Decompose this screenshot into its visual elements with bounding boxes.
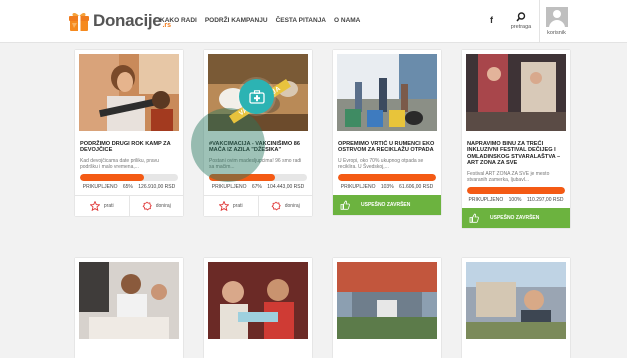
nav-o-nama[interactable]: O NAMA	[334, 17, 360, 24]
campaign-card[interactable]	[204, 258, 312, 358]
campaign-image[interactable]	[208, 262, 308, 339]
campaign-card[interactable]: PODRŽIMO DRUGI ROK KAMP ZA DEVOJČICE Kad…	[75, 50, 183, 216]
nav-kako-radi[interactable]: KAKO RADI	[160, 17, 197, 24]
progress-bar	[467, 186, 565, 194]
card-actions: prati doniraj	[204, 194, 313, 216]
top-navigation-bar: Donacije .rs KAKO RADI PODRŽI KAMPANJU Č…	[0, 0, 627, 43]
user-avatar-icon	[545, 7, 568, 27]
thumbs-up-icon	[469, 213, 479, 223]
first-aid-icon	[248, 89, 265, 104]
campaign-image[interactable]	[337, 54, 437, 131]
progress-fill	[80, 173, 144, 181]
user-label: korisnik	[547, 30, 566, 36]
search-icon	[516, 12, 526, 22]
donate-gear-icon	[142, 201, 152, 211]
campaign-stats: PRIKUPLJENO 65% 126.910,00 RSD	[75, 184, 183, 190]
donate-label: doniraj	[284, 202, 300, 209]
stat-amount: 110.297,00 RSD	[526, 196, 564, 203]
donate-label: doniraj	[155, 202, 171, 209]
stat-amount: 104.443,00 RSD	[267, 183, 305, 190]
stat-amount: 61.606,00 RSD	[399, 183, 434, 190]
nav-podrzi-kampanju[interactable]: PODRŽI KAMPANJU	[205, 17, 268, 24]
donate-gear-icon	[271, 201, 281, 211]
follow-button[interactable]: prati	[204, 196, 258, 216]
progress-fill	[338, 173, 436, 181]
campaign-stats: PRIKUPLJENO 100% 110.297,00 RSD	[462, 197, 570, 203]
campaign-image[interactable]	[466, 54, 566, 131]
campaign-image[interactable]	[79, 54, 179, 131]
progress-fill	[467, 186, 565, 194]
progress-bar	[338, 173, 436, 181]
stat-amount: 126.910,00 RSD	[138, 183, 176, 190]
campaign-image[interactable]	[79, 262, 179, 339]
campaign-description: U Evropi, oko 70% ukupnog otpada se reci…	[338, 157, 424, 170]
stat-label: PRIKUPLJENO	[211, 183, 247, 190]
donate-button[interactable]: doniraj	[257, 195, 313, 216]
campaign-card[interactable]	[462, 258, 570, 358]
campaign-card[interactable]	[75, 258, 183, 358]
campaign-card[interactable]: OPREMIMO VRTIĆ U RUMENCI EKO OSTRVOM ZA …	[333, 50, 441, 215]
hover-overlay-circle	[191, 108, 265, 182]
site-logo[interactable]: Donacije .rs	[68, 9, 171, 33]
completed-banner: USPEŠNO ZAVRŠEN	[333, 194, 441, 215]
stat-label: PRIKUPLJENO	[82, 183, 118, 190]
campaign-stats: PRIKUPLJENO 103% 61.606,00 RSD	[333, 184, 441, 190]
campaign-image[interactable]	[337, 262, 437, 339]
campaign-image[interactable]	[466, 262, 566, 339]
stat-label: PRIKUPLJENO	[340, 183, 376, 190]
campaign-title[interactable]: NAPRAVIMO BINU ZA TREĆI INKLUZIVNI FESTI…	[467, 141, 565, 167]
facebook-icon[interactable]: f	[490, 15, 493, 25]
stat-label: PRIKUPLJENO	[468, 196, 504, 203]
campaign-card[interactable]	[333, 258, 441, 358]
campaign-stats: PRIKUPLJENO 67% 104.443,00 RSD	[204, 184, 312, 190]
progress-bar	[80, 173, 178, 181]
search-button[interactable]: pretraga	[506, 9, 536, 30]
completed-label: USPEŠNO ZAVRŠEN	[490, 214, 540, 221]
campaign-description: Kad devojčicama date priliku, pravu podr…	[80, 157, 159, 170]
stat-percent: 100%	[508, 196, 522, 203]
nav-cesta-pitanja[interactable]: ČESTA PITANJA	[276, 17, 326, 24]
completed-banner: USPEŠNO ZAVRŠEN	[462, 207, 570, 228]
follow-button[interactable]: prati	[75, 196, 129, 216]
thumbs-up-icon	[340, 200, 350, 210]
campaign-title[interactable]: OPREMIMO VRTIĆ U RUMENCI EKO OSTRVOM ZA …	[338, 141, 436, 154]
completed-label: USPEŠNO ZAVRŠEN	[361, 201, 411, 208]
donate-button[interactable]: doniraj	[128, 195, 184, 216]
logo-text: Donacije	[93, 11, 162, 30]
star-icon	[218, 200, 229, 211]
follow-label: prati	[232, 202, 243, 209]
main-menu: KAKO RADI PODRŽI KAMPANJU ČESTA PITANJA …	[160, 17, 360, 24]
campaign-card[interactable]: NAPRAVIMO BINU ZA TREĆI INKLUZIVNI FESTI…	[462, 50, 570, 228]
campaign-title[interactable]: PODRŽIMO DRUGI ROK KAMP ZA DEVOJČICE	[80, 141, 178, 154]
stat-percent: 103%	[380, 183, 394, 190]
stat-percent: 65%	[122, 183, 133, 190]
gift-logo-icon	[68, 10, 90, 32]
follow-label: prati	[103, 202, 114, 209]
star-icon	[89, 200, 100, 211]
search-label: pretraga	[510, 24, 532, 30]
card-actions: prati doniraj	[75, 194, 184, 216]
stat-percent: 67%	[251, 183, 262, 190]
user-menu[interactable]: korisnik	[539, 0, 573, 43]
medical-kit-button[interactable]	[239, 79, 274, 114]
campaign-description: Festival ART ZONA ZA SVE je mesto stvara…	[467, 170, 550, 183]
